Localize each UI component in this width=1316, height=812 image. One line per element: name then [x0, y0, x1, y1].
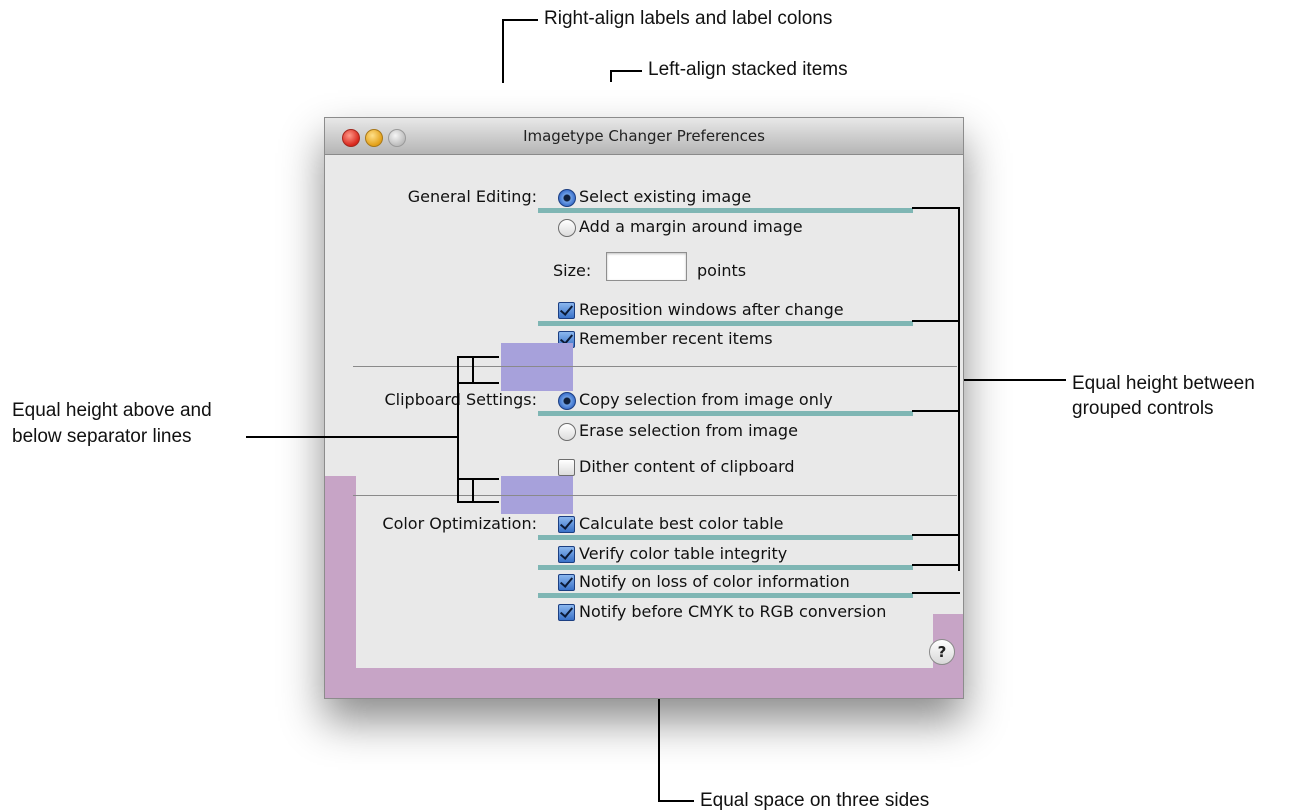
size-field[interactable]: [606, 252, 687, 281]
spacing-guide: [538, 535, 913, 540]
remember-recent-label[interactable]: Remember recent items: [579, 329, 773, 348]
bracket-line: [958, 207, 960, 571]
best-color-table-checkbox[interactable]: [558, 516, 575, 533]
annotation-separator-line2: below separator lines: [12, 426, 192, 447]
annotation-line: [610, 70, 642, 72]
notify-loss-label[interactable]: Notify on loss of color information: [579, 572, 850, 591]
dither-checkbox[interactable]: [558, 459, 575, 476]
size-label: Size:: [553, 261, 592, 280]
annotation-line: [246, 436, 457, 438]
bracket-line: [912, 534, 960, 536]
verify-integrity-checkbox[interactable]: [558, 546, 575, 563]
bracket-line: [457, 356, 499, 358]
window-title: Imagetype Changer Preferences: [523, 127, 765, 145]
annotation-grouped-line1: Equal height between: [1072, 373, 1255, 394]
title-bar[interactable]: Imagetype Changer Preferences: [325, 118, 963, 155]
copy-selection-label[interactable]: Copy selection from image only: [579, 390, 833, 409]
margin-highlight-left: [325, 476, 356, 698]
bracket-line: [912, 592, 960, 594]
add-margin-label[interactable]: Add a margin around image: [579, 217, 803, 236]
annotation-equal-space: Equal space on three sides: [700, 790, 930, 811]
bracket-line: [472, 478, 474, 503]
dither-label[interactable]: Dither content of clipboard: [579, 457, 795, 476]
bracket-line: [912, 207, 960, 209]
separator-spacing-highlight: [501, 343, 573, 391]
separator-line: [353, 366, 957, 367]
notify-loss-checkbox[interactable]: [558, 574, 575, 591]
annotation-line: [502, 19, 504, 83]
spacing-guide: [538, 565, 913, 570]
erase-selection-radio[interactable]: [558, 423, 576, 441]
annotation-grouped-line2: grouped controls: [1072, 398, 1214, 419]
verify-integrity-label[interactable]: Verify color table integrity: [579, 544, 787, 563]
margin-highlight-bottom: [325, 668, 963, 698]
notify-cmyk-checkbox[interactable]: [558, 604, 575, 621]
spacing-guide: [538, 411, 913, 416]
annotation-line: [658, 688, 660, 802]
bracket-line: [457, 382, 499, 384]
add-margin-radio[interactable]: [558, 219, 576, 237]
bracket-line: [912, 320, 960, 322]
best-color-table-label[interactable]: Calculate best color table: [579, 514, 784, 533]
bracket-line: [472, 356, 474, 384]
copy-selection-radio[interactable]: [558, 392, 576, 410]
annotation-line: [610, 70, 612, 82]
help-button[interactable]: ?: [929, 639, 955, 665]
bracket-line: [912, 410, 960, 412]
general-editing-label: General Editing:: [407, 187, 537, 206]
annotation-left-align: Left-align stacked items: [648, 59, 848, 80]
separator-line: [353, 495, 957, 496]
annotation-line: [658, 800, 694, 802]
bracket-line: [912, 564, 960, 566]
clipboard-settings-label: Clipboard Settings:: [384, 390, 537, 409]
reposition-checkbox[interactable]: [558, 302, 575, 319]
bracket-line: [457, 478, 499, 480]
annotation-separator-line1: Equal height above and: [12, 400, 212, 421]
notify-cmyk-label[interactable]: Notify before CMYK to RGB conversion: [579, 602, 886, 621]
spacing-guide: [538, 208, 913, 213]
erase-selection-label[interactable]: Erase selection from image: [579, 421, 798, 440]
select-existing-radio[interactable]: [558, 189, 576, 207]
select-existing-label[interactable]: Select existing image: [579, 187, 751, 206]
color-optimization-label: Color Optimization:: [382, 514, 537, 533]
annotation-line: [502, 19, 538, 21]
annotation-right-align: Right-align labels and label colons: [544, 8, 833, 29]
spacing-guide: [538, 321, 913, 326]
annotation-line: [962, 379, 1066, 381]
preferences-window: Imagetype Changer Preferences General Ed…: [324, 117, 964, 699]
spacing-guide: [538, 593, 913, 598]
bracket-line: [457, 356, 459, 502]
bracket-line: [457, 501, 499, 503]
reposition-label[interactable]: Reposition windows after change: [579, 300, 844, 319]
size-unit-label: points: [697, 261, 747, 280]
